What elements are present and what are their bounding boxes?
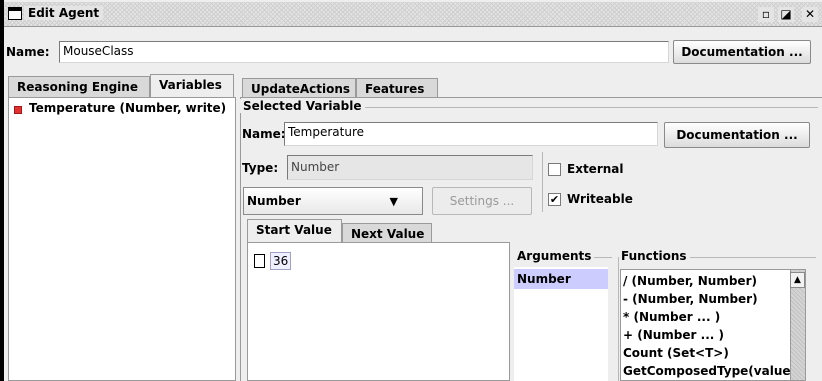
type-label: Type: [242, 161, 279, 175]
settings-button: Settings ... [432, 187, 532, 215]
tab-variables[interactable]: Variables [150, 74, 234, 98]
arguments-list: Number [514, 267, 608, 381]
variable-name-field[interactable]: Temperature [284, 122, 658, 146]
tab-reasoning-engine[interactable]: Reasoning Engine [8, 76, 150, 98]
maximize-icon[interactable]: ◪ [778, 7, 794, 22]
variable-bullet-icon [14, 106, 22, 114]
list-item[interactable]: Temperature (Number, write) [29, 101, 226, 115]
minimize-icon[interactable]: ▫ [758, 7, 774, 22]
functions-list: / (Number, Number) - (Number, Number) * … [620, 269, 806, 381]
start-value-field[interactable]: 36 [270, 252, 292, 270]
type-field: Number [287, 155, 533, 180]
tab-start-value[interactable]: Start Value [247, 219, 342, 243]
list-item[interactable]: Number [517, 272, 571, 286]
close-icon[interactable]: ✕ [802, 7, 818, 22]
tab-features[interactable]: Features [356, 78, 438, 98]
list-item[interactable]: * (Number ... ) [623, 310, 720, 324]
agent-name-field[interactable]: MouseClass [59, 41, 669, 63]
tab-update-actions[interactable]: UpdateActions [242, 78, 356, 98]
chevron-down-icon: ▼ [389, 195, 398, 208]
agent-documentation-button[interactable]: Documentation ... [673, 40, 811, 64]
window-title: Edit Agent [24, 6, 104, 20]
external-label: External [567, 162, 624, 176]
list-item[interactable]: / (Number, Number) [623, 274, 757, 288]
scroll-up-icon[interactable]: ▲ [790, 272, 805, 288]
divider [542, 152, 543, 212]
arguments-title: Arguments [514, 249, 595, 263]
list-item[interactable]: Count (Set<T>) [623, 346, 729, 360]
title-bar[interactable]: Edit Agent ▫ ◪ ✕ [4, 2, 822, 27]
variables-list: Temperature (Number, write) [8, 97, 236, 381]
edit-agent-window: Edit Agent ▫ ◪ ✕ Name: MouseClass Docume… [4, 0, 822, 381]
functions-title: Functions [618, 249, 690, 263]
external-checkbox[interactable] [548, 163, 561, 176]
window-icon [8, 7, 22, 20]
writeable-checkbox[interactable]: ✔ [548, 193, 561, 206]
list-item[interactable]: GetComposedType(value [623, 364, 791, 378]
document-icon [254, 254, 265, 268]
variable-documentation-button[interactable]: Documentation ... [664, 122, 810, 148]
writeable-label: Writeable [567, 192, 633, 206]
list-item[interactable]: - (Number, Number) [623, 292, 758, 306]
variable-name-label: Name: [242, 127, 286, 141]
selected-variable-title: Selected Variable [240, 99, 365, 113]
tab-next-value[interactable]: Next Value [342, 223, 432, 243]
start-value-editor[interactable]: 36 [247, 242, 510, 381]
agent-name-label: Name: [6, 45, 50, 59]
type-combo[interactable]: Number ▼ [243, 187, 423, 215]
list-item[interactable]: + (Number ... ) [623, 328, 724, 342]
type-combo-value: Number [247, 194, 301, 208]
